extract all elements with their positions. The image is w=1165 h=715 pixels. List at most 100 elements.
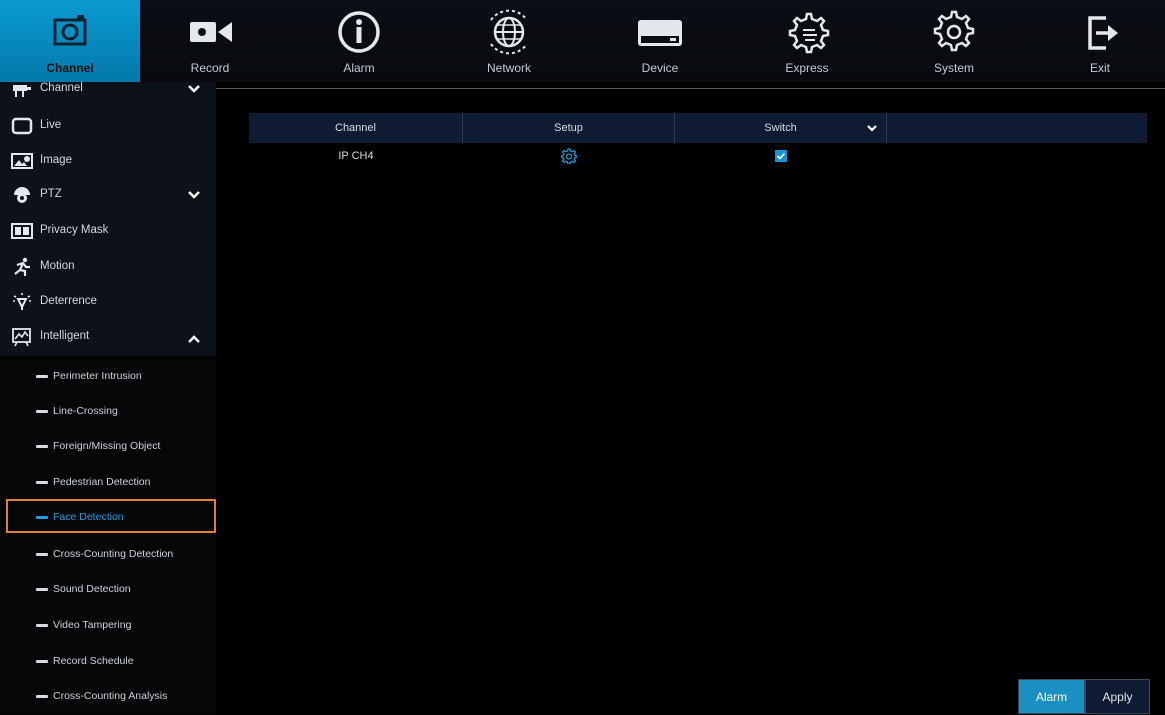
sidebar-item-label: Privacy Mask <box>40 224 109 236</box>
nav-record[interactable]: Record <box>140 0 280 82</box>
dash-icon <box>36 695 48 698</box>
gear-hand-icon <box>777 8 837 58</box>
nav-channel[interactable]: Channel <box>0 0 140 82</box>
chevron-down-icon[interactable] <box>187 82 201 96</box>
nav-system[interactable]: System <box>884 0 1024 82</box>
submenu-item-label: Sound Detection <box>53 583 131 595</box>
submenu-item-label: Pedestrian Detection <box>53 476 151 488</box>
chevron-down-icon[interactable] <box>187 188 201 202</box>
submenu-item-sound-detection[interactable]: Sound Detection <box>0 571 216 605</box>
chevron-up-icon[interactable] <box>187 332 201 346</box>
column-header-switch-label: Switch <box>764 122 797 134</box>
submenu-item-perimeter-intrusion[interactable]: Perimeter Intrusion <box>0 358 216 392</box>
submenu-item-label: Video Tampering <box>53 619 132 631</box>
dash-icon <box>36 410 48 413</box>
sidebar-item-ptz[interactable]: PTZ <box>0 178 216 212</box>
top-navigation: Channel Record Alarm Network Device Expr… <box>0 0 1165 82</box>
sidebar-item-label: Intelligent <box>40 330 90 342</box>
light-bulb-icon <box>13 293 31 310</box>
sidebar-item-privacy-mask[interactable]: Privacy Mask <box>0 214 216 248</box>
mask-icon <box>11 223 33 239</box>
column-header-setup: Setup <box>463 113 675 143</box>
submenu-item-label: Line-Crossing <box>53 405 118 417</box>
nav-label: Alarm <box>343 61 375 75</box>
sidebar: Channel Live Image PTZ Privacy Mask Moti… <box>0 82 216 714</box>
dash-icon <box>36 445 48 448</box>
nav-label: System <box>933 61 974 75</box>
nav-alarm[interactable]: Alarm <box>289 0 429 82</box>
dash-icon <box>36 516 48 519</box>
table-header: Channel Setup Switch <box>249 113 1147 143</box>
gear-icon <box>924 8 984 58</box>
dome-camera-icon <box>14 187 30 203</box>
nav-label: Record <box>190 61 230 75</box>
sidebar-item-motion[interactable]: Motion <box>0 250 216 284</box>
cctv-icon <box>13 85 31 97</box>
alarm-button[interactable]: Alarm <box>1018 679 1085 714</box>
monitor-icon <box>11 117 33 135</box>
submenu-item-foreign-missing-object[interactable]: Foreign/Missing Object <box>0 428 216 462</box>
exit-icon <box>1070 8 1130 58</box>
nav-label: Device <box>641 61 679 75</box>
analytics-board-icon <box>12 328 31 347</box>
nav-label: Exit <box>1089 61 1110 75</box>
nav-label: Express <box>785 61 829 75</box>
dash-icon <box>36 375 48 378</box>
sidebar-item-label: PTZ <box>40 188 62 200</box>
sidebar-item-label: Channel <box>40 82 83 94</box>
image-settings-icon <box>11 153 33 169</box>
column-header-empty <box>887 113 1147 143</box>
submenu-item-line-crossing[interactable]: Line-Crossing <box>0 393 216 427</box>
submenu-item-pedestrian-detection[interactable]: Pedestrian Detection <box>0 464 216 498</box>
submenu-item-video-tampering[interactable]: Video Tampering <box>0 607 216 641</box>
sidebar-item-label: Live <box>40 119 62 131</box>
sidebar-item-intelligent[interactable]: Intelligent <box>0 320 216 354</box>
chevron-down-icon[interactable] <box>866 122 878 134</box>
gear-icon[interactable] <box>561 148 577 164</box>
sidebar-item-label: Image <box>40 154 72 166</box>
empty-cell <box>887 143 1147 169</box>
running-man-icon <box>14 257 30 276</box>
column-header-switch[interactable]: Switch <box>675 113 887 143</box>
main-panel <box>216 88 1165 715</box>
nav-network[interactable]: Network <box>439 0 579 82</box>
sidebar-item-image[interactable]: Image <box>0 144 216 178</box>
dash-icon <box>36 481 48 484</box>
submenu-item-label: Cross-Counting Analysis <box>53 690 168 702</box>
globe-icon <box>479 8 539 58</box>
nav-exit[interactable]: Exit <box>1030 0 1165 82</box>
dash-icon <box>36 624 48 627</box>
dash-icon <box>36 660 48 663</box>
sidebar-item-label: Deterrence <box>40 295 97 307</box>
switch-cell <box>675 143 887 169</box>
nav-express[interactable]: Express <box>737 0 877 82</box>
nav-label: Network <box>486 61 531 75</box>
table-row: IP CH4 <box>249 143 1147 169</box>
submenu-item-label: Record Schedule <box>53 655 134 667</box>
submenu-item-face-detection[interactable]: Face Detection <box>6 499 216 533</box>
submenu-item-cross-counting-detection[interactable]: Cross-Counting Detection <box>0 536 216 570</box>
apply-button[interactable]: Apply <box>1085 679 1150 714</box>
submenu-item-label: Face Detection <box>53 511 124 523</box>
video-record-icon <box>180 8 240 58</box>
column-header-channel: Channel <box>249 113 463 143</box>
nav-label: Channel <box>46 61 94 75</box>
dash-icon <box>36 588 48 591</box>
submenu-item-label: Foreign/Missing Object <box>53 440 161 452</box>
intelligent-submenu: Perimeter Intrusion Line-Crossing Foreig… <box>0 356 216 714</box>
submenu-item-label: Perimeter Intrusion <box>53 370 142 382</box>
channel-cell: IP CH4 <box>338 150 374 162</box>
sidebar-item-channel[interactable]: Channel <box>0 82 216 106</box>
dash-icon <box>36 553 48 556</box>
setup-cell <box>463 143 675 169</box>
check-icon <box>776 152 786 160</box>
sidebar-item-label: Motion <box>40 260 75 272</box>
switch-checkbox[interactable] <box>775 150 787 162</box>
sidebar-item-live[interactable]: Live <box>0 109 216 143</box>
submenu-item-cross-counting-analysis[interactable]: Cross-Counting Analysis <box>0 678 216 712</box>
nav-device[interactable]: Device <box>590 0 730 82</box>
submenu-item-record-schedule[interactable]: Record Schedule <box>0 643 216 677</box>
info-icon <box>329 8 389 58</box>
sidebar-item-deterrence[interactable]: Deterrence <box>0 285 216 319</box>
camera-icon <box>40 8 100 58</box>
